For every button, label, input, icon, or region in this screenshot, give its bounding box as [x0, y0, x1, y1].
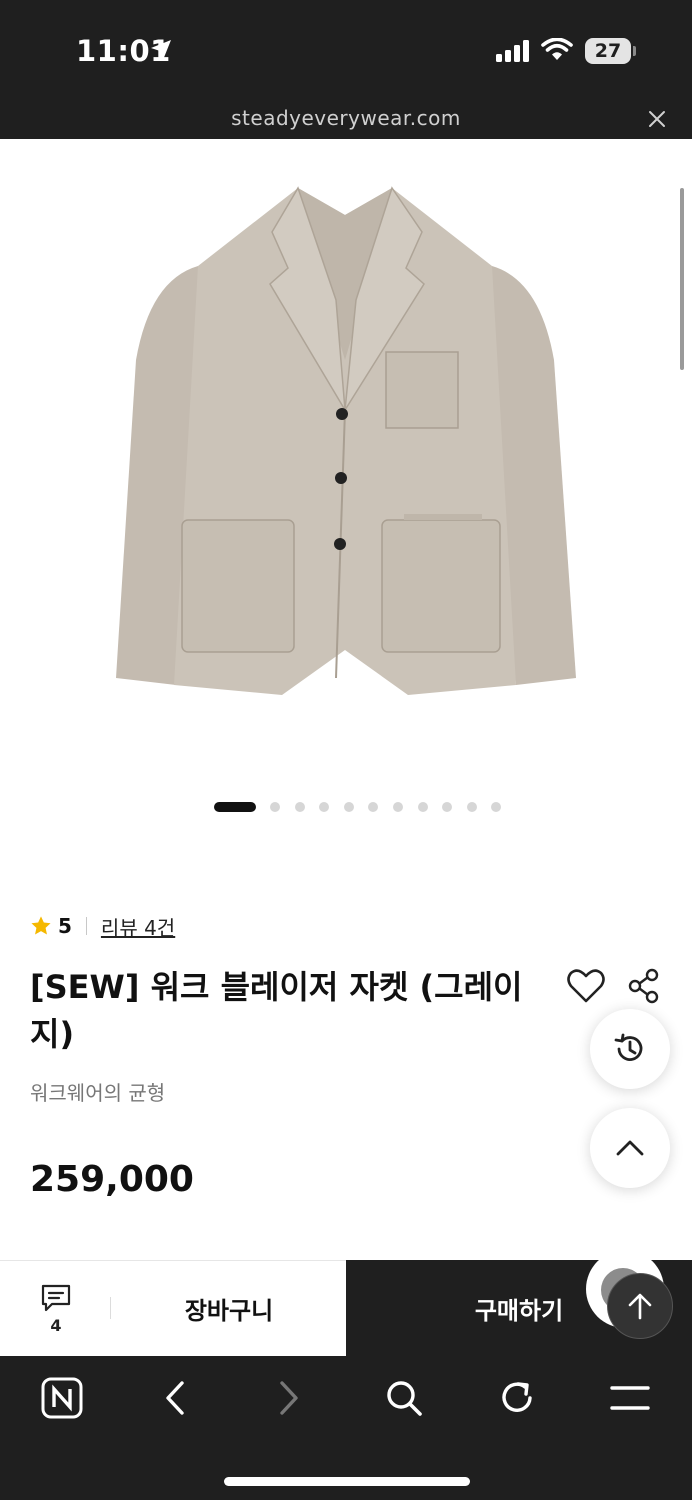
scroll-indicator[interactable] — [680, 188, 684, 370]
carousel-dot[interactable] — [319, 802, 330, 812]
recent-history-button[interactable] — [590, 1009, 670, 1089]
review-count-link[interactable]: 리뷰 4건 — [101, 912, 175, 941]
star-icon — [31, 916, 51, 935]
cellular-signal-icon — [496, 40, 529, 62]
battery-level: 27 — [594, 40, 622, 62]
chat-icon[interactable] — [40, 1283, 72, 1313]
url-bar[interactable]: steadyeverywear.com — [0, 100, 692, 139]
carousel-dot[interactable] — [270, 802, 280, 812]
status-bar: 11:01 27 — [0, 0, 692, 100]
scroll-top-button[interactable] — [607, 1273, 673, 1339]
product-image[interactable] — [110, 180, 580, 700]
forward-icon[interactable] — [274, 1380, 304, 1416]
close-icon[interactable] — [646, 108, 668, 130]
battery-tip — [633, 46, 636, 56]
product-title: [SEW] 워크 블레이저 자켓 (그레이지) — [30, 968, 523, 1053]
divider — [85, 917, 87, 935]
carousel-dot[interactable] — [442, 802, 453, 812]
rating-value: 5 — [58, 914, 72, 938]
wifi-icon — [541, 38, 573, 60]
rating-row: 5 리뷰 4건 — [30, 912, 175, 941]
carousel-dot[interactable] — [392, 802, 403, 812]
home-indicator[interactable] — [224, 1477, 470, 1486]
divider — [110, 1297, 111, 1319]
battery-icon: 27 — [585, 38, 631, 64]
share-icon[interactable] — [627, 968, 661, 1004]
chat-count: 4 — [50, 1316, 62, 1335]
url-text[interactable]: steadyeverywear.com — [0, 106, 692, 130]
product-subtitle: 워크웨어의 균형 — [30, 1081, 166, 1105]
location-arrow-icon — [151, 40, 171, 60]
carousel-dot[interactable] — [294, 802, 305, 812]
carousel-dot[interactable] — [491, 802, 502, 812]
carousel-dots[interactable] — [214, 801, 516, 813]
search-icon[interactable] — [384, 1378, 424, 1418]
product-price: 259,000 — [30, 1159, 194, 1200]
carousel-dot[interactable] — [466, 802, 477, 812]
back-icon[interactable] — [160, 1380, 190, 1416]
scroll-up-button[interactable] — [590, 1108, 670, 1188]
carousel-dot[interactable] — [417, 802, 428, 812]
naver-home-icon[interactable] — [41, 1377, 83, 1419]
chevron-up-icon — [616, 1140, 644, 1156]
add-to-cart-button[interactable]: 장바구니 — [112, 1260, 346, 1356]
arrow-up-icon — [628, 1293, 652, 1320]
heart-icon[interactable] — [567, 968, 605, 1004]
carousel-dot-active[interactable] — [214, 802, 256, 812]
refresh-icon[interactable] — [497, 1378, 537, 1418]
carousel-dot[interactable] — [368, 802, 379, 812]
carousel-dot[interactable] — [343, 802, 354, 812]
history-icon — [614, 1033, 643, 1061]
menu-icon[interactable] — [610, 1384, 650, 1412]
